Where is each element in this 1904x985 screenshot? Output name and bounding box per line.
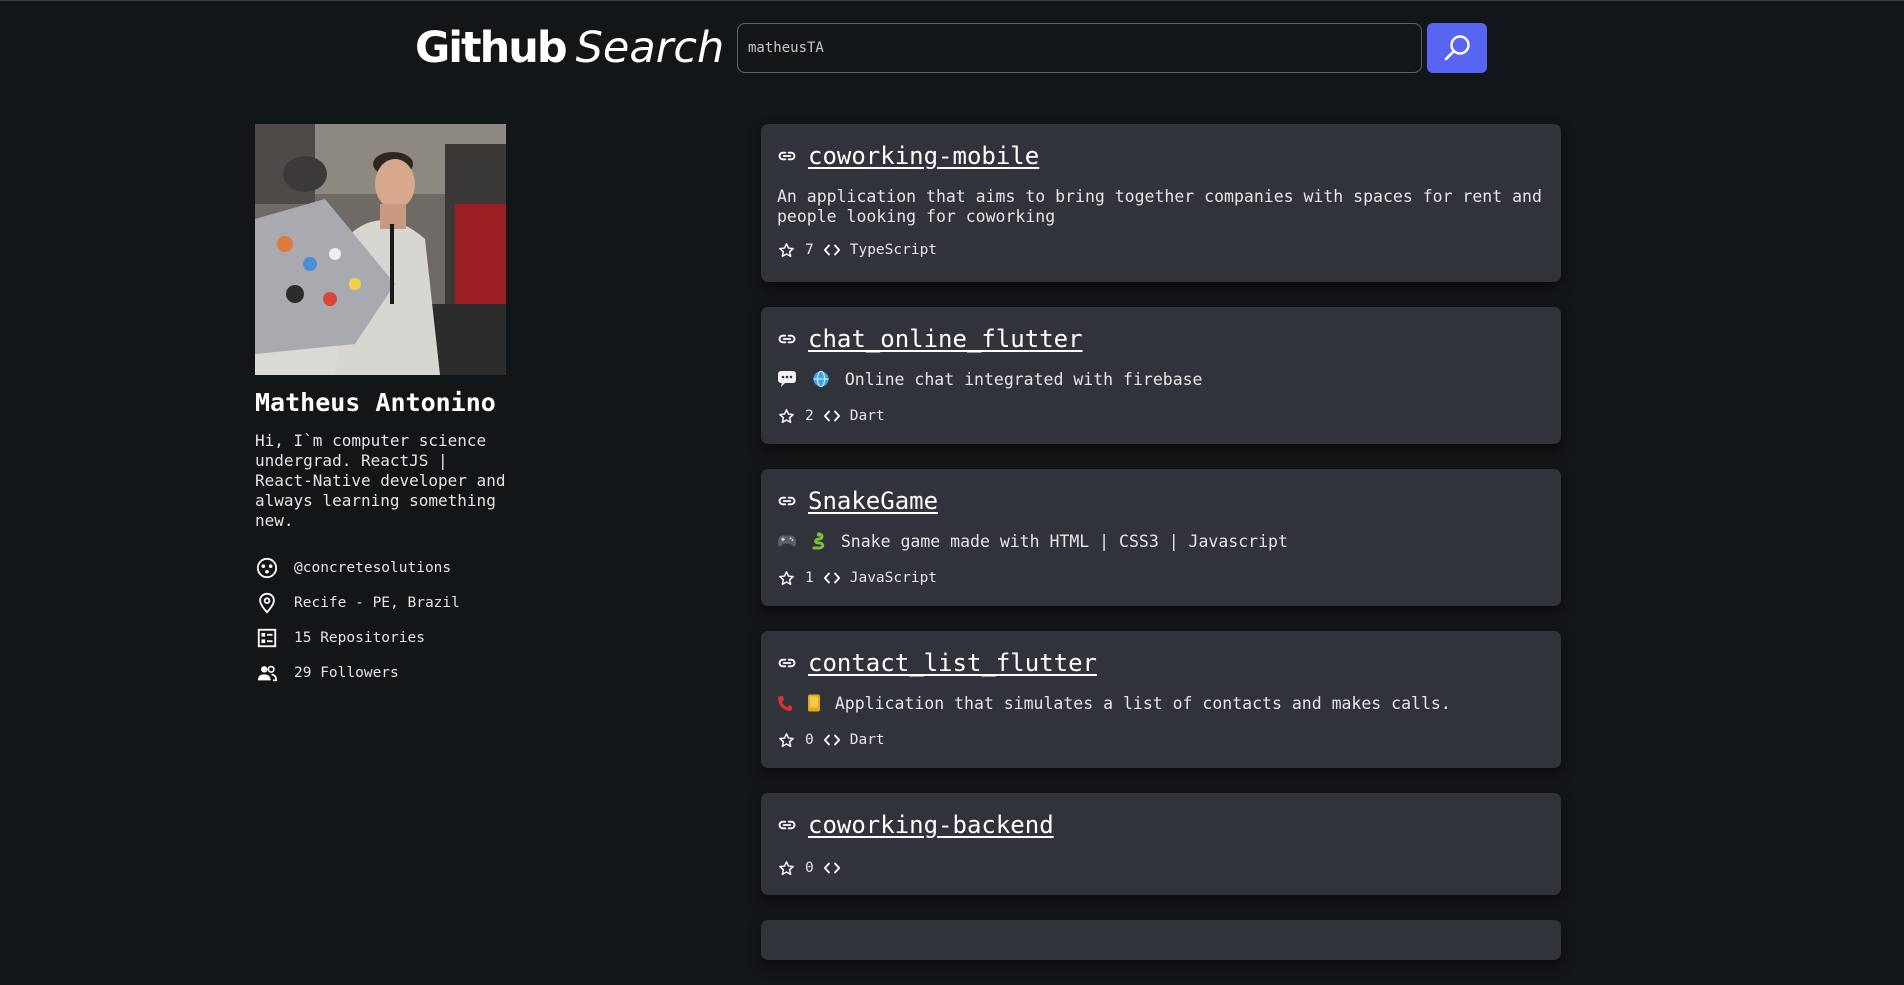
repo-language: JavaScript	[849, 570, 938, 586]
code-icon	[823, 241, 841, 259]
repo-language: TypeScript	[849, 242, 938, 258]
link-icon	[777, 145, 799, 167]
repo-meta: 2 Dart	[777, 405, 1545, 427]
header: Github Search	[0, 0, 1904, 100]
logo-bold: Github	[415, 23, 568, 73]
star-icon	[777, 407, 795, 425]
repo-name-link[interactable]: coworking-backend	[808, 811, 1054, 839]
repo-name-link[interactable]: contact_list_flutter	[808, 649, 1097, 677]
repo-title-row: coworking-mobile	[777, 141, 1545, 171]
star-count: 1	[805, 570, 814, 586]
profile-bio: Hi, I`m computer science undergrad. Reac…	[255, 431, 506, 530]
repo-title-row: SnakeGame	[777, 486, 1545, 516]
repo-meta: 7 TypeScript	[777, 239, 1545, 261]
repo-description: Online chat integrated with firebase	[844, 370, 1203, 389]
repo-name-link[interactable]: coworking-mobile	[808, 142, 1039, 170]
repo-description: An application that aims to bring togeth…	[777, 187, 1542, 226]
repo-card: coworking-backend 0	[761, 793, 1561, 895]
star-count: 2	[805, 408, 814, 424]
company-icon	[255, 556, 279, 580]
globe-icon	[811, 370, 831, 393]
profile-company: @concretesolutions	[255, 550, 515, 585]
avatar	[255, 124, 506, 375]
repo-description: Snake game made with HTML | CSS3 | Javas…	[840, 532, 1288, 551]
repo-description-row: Application that simulates a list of con…	[777, 694, 1547, 717]
code-icon	[823, 407, 841, 425]
people-icon	[255, 661, 279, 685]
repo-title-row: chat_online_flutter	[777, 324, 1545, 354]
star-icon	[777, 859, 795, 877]
speech-balloon-icon	[777, 370, 797, 393]
repo-name-link[interactable]: SnakeGame	[808, 487, 938, 515]
snake-icon	[811, 532, 827, 555]
profile-followers: 29 Followers	[255, 655, 515, 690]
repo-title-row: coworking-backend	[777, 810, 1545, 840]
profile-followers-text: 29 Followers	[294, 664, 399, 681]
mobile-phone-icon	[807, 694, 821, 717]
repo-meta: 0 Dart	[777, 729, 1545, 751]
profile-panel: Matheus Antonino Hi, I`m computer scienc…	[255, 124, 515, 690]
link-icon	[777, 490, 799, 512]
repo-meta: 0	[777, 857, 1545, 879]
code-icon	[823, 569, 841, 587]
repo-language: Dart	[849, 732, 885, 748]
link-icon	[777, 328, 799, 350]
repo-language: Dart	[849, 408, 885, 424]
game-controller-icon	[777, 532, 797, 555]
repo-card: coworking-mobile An application that aim…	[761, 124, 1561, 282]
telephone-receiver-icon	[777, 694, 793, 717]
repo-description-row: Online chat integrated with firebase	[777, 370, 1547, 393]
profile-repositories-text: 15 Repositories	[294, 629, 425, 646]
profile-company-text: @concretesolutions	[294, 559, 452, 576]
repo-description: Application that simulates a list of con…	[834, 694, 1451, 713]
repo-card: contact_list_flutter Application that si…	[761, 631, 1561, 768]
star-icon	[777, 731, 795, 749]
magnifier-icon	[1444, 35, 1470, 61]
repo-card-partial	[761, 920, 1561, 960]
repo-card: chat_online_flutter Online chat integrat…	[761, 307, 1561, 444]
profile-location-text: Recife - PE, Brazil	[294, 594, 460, 611]
repo-name-link[interactable]: chat_online_flutter	[808, 325, 1083, 353]
location-pin-icon	[255, 591, 279, 615]
link-icon	[777, 814, 799, 836]
logo-italic: Search	[575, 23, 725, 73]
profile-repositories: 15 Repositories	[255, 620, 515, 655]
search-input[interactable]	[737, 23, 1422, 73]
code-icon	[823, 731, 841, 749]
profile-location: Recife - PE, Brazil	[255, 585, 515, 620]
repository-list: coworking-mobile An application that aim…	[761, 124, 1561, 985]
profile-info-list: @concretesolutions Recife - PE, Brazil 1…	[255, 550, 515, 690]
app-logo: Github Search	[415, 22, 724, 74]
repo-card: SnakeGame Snake game made with HTML | CS…	[761, 469, 1561, 606]
search-button[interactable]	[1427, 23, 1487, 73]
repo-title-row: contact_list_flutter	[777, 648, 1545, 678]
star-count: 7	[805, 242, 814, 258]
repo-meta: 1 JavaScript	[777, 567, 1545, 589]
profile-name: Matheus Antonino	[255, 388, 496, 417]
star-count: 0	[805, 860, 814, 876]
repository-list-icon	[255, 626, 279, 650]
star-icon	[777, 241, 795, 259]
code-icon	[823, 859, 841, 877]
star-icon	[777, 569, 795, 587]
link-icon	[777, 652, 799, 674]
repo-description-row: Snake game made with HTML | CSS3 | Javas…	[777, 532, 1547, 555]
star-count: 0	[805, 732, 814, 748]
